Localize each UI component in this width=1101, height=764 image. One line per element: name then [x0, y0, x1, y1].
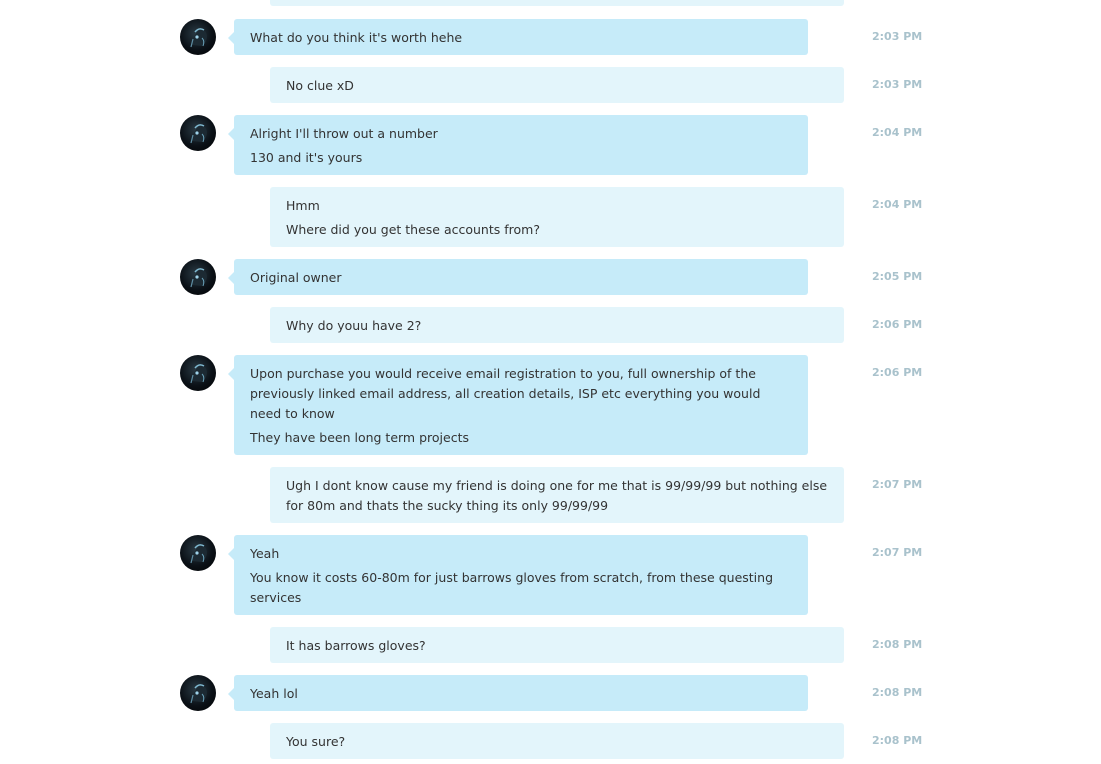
contact-avatar[interactable] [180, 19, 216, 55]
message-timestamp: 2:04 PM [872, 126, 923, 139]
incoming-message-bubble[interactable]: What do you think it's worth hehe [228, 19, 808, 55]
previous-message-bubble-edge [270, 0, 844, 6]
message-timestamp: 2:06 PM [872, 366, 923, 379]
message-text: They have been long term projects [250, 430, 469, 445]
outgoing-message-bubble[interactable]: Why do youu have 2? [270, 307, 844, 343]
contact-avatar[interactable] [180, 675, 216, 711]
outgoing-message-bubble[interactable]: It has barrows gloves? [270, 627, 844, 663]
contact-avatar[interactable] [180, 259, 216, 295]
message-timestamp: 2:07 PM [872, 546, 923, 559]
outgoing-message-bubble[interactable]: Ugh I dont know cause my friend is doing… [270, 467, 844, 523]
message-timestamp: 2:07 PM [872, 478, 923, 491]
message-text: Alright I'll throw out a number [250, 126, 438, 141]
message-text: Yeah lol [250, 686, 298, 701]
contact-avatar[interactable] [180, 535, 216, 571]
incoming-message-bubble[interactable]: Original owner [228, 259, 808, 295]
message-timestamp: 2:03 PM [872, 78, 923, 91]
message-text: What do you think it's worth hehe [250, 30, 463, 45]
message-timestamp: 2:08 PM [872, 686, 923, 699]
incoming-message-bubble[interactable]: Yeah You know it costs 60-80m for just ba… [228, 535, 808, 615]
message-text: You know it costs 60-80m for just barrow… [250, 570, 774, 605]
message-text: No clue xD [286, 78, 354, 93]
message-text: Yeah [250, 546, 280, 561]
message-text: 130 and it's yours [250, 150, 363, 165]
outgoing-message-bubble[interactable]: You sure? [270, 723, 844, 759]
incoming-message-bubble[interactable]: Yeah lol [228, 675, 808, 711]
incoming-message-bubble[interactable]: Upon purchase you would receive email re… [228, 355, 808, 455]
message-timestamp: 2:08 PM [872, 638, 923, 651]
message-timestamp: 2:08 PM [872, 734, 923, 747]
message-timestamp: 2:03 PM [872, 30, 923, 43]
incoming-message-bubble[interactable]: Alright I'll throw out a number 130 and i… [228, 115, 808, 175]
message-text: Where did you get these accounts from? [286, 222, 540, 237]
message-text: Hmm [286, 198, 320, 213]
outgoing-message-bubble[interactable]: No clue xD [270, 67, 844, 103]
message-timestamp: 2:05 PM [872, 270, 923, 283]
contact-avatar[interactable] [180, 115, 216, 151]
message-text: You sure? [286, 734, 346, 749]
message-text: It has barrows gloves? [286, 638, 426, 653]
message-text: Why do youu have 2? [286, 318, 422, 333]
contact-avatar[interactable] [180, 355, 216, 391]
message-text: Original owner [250, 270, 342, 285]
message-timestamp: 2:06 PM [872, 318, 923, 331]
outgoing-message-bubble[interactable]: Hmm Where did you get these accounts from… [270, 187, 844, 247]
chat-conversation: What do you think it's worth hehe 2:03 PM… [0, 0, 1101, 764]
message-timestamp: 2:04 PM [872, 198, 923, 211]
message-text: Upon purchase you would receive email re… [250, 366, 761, 421]
message-text: Ugh I dont know cause my friend is doing… [286, 478, 828, 513]
